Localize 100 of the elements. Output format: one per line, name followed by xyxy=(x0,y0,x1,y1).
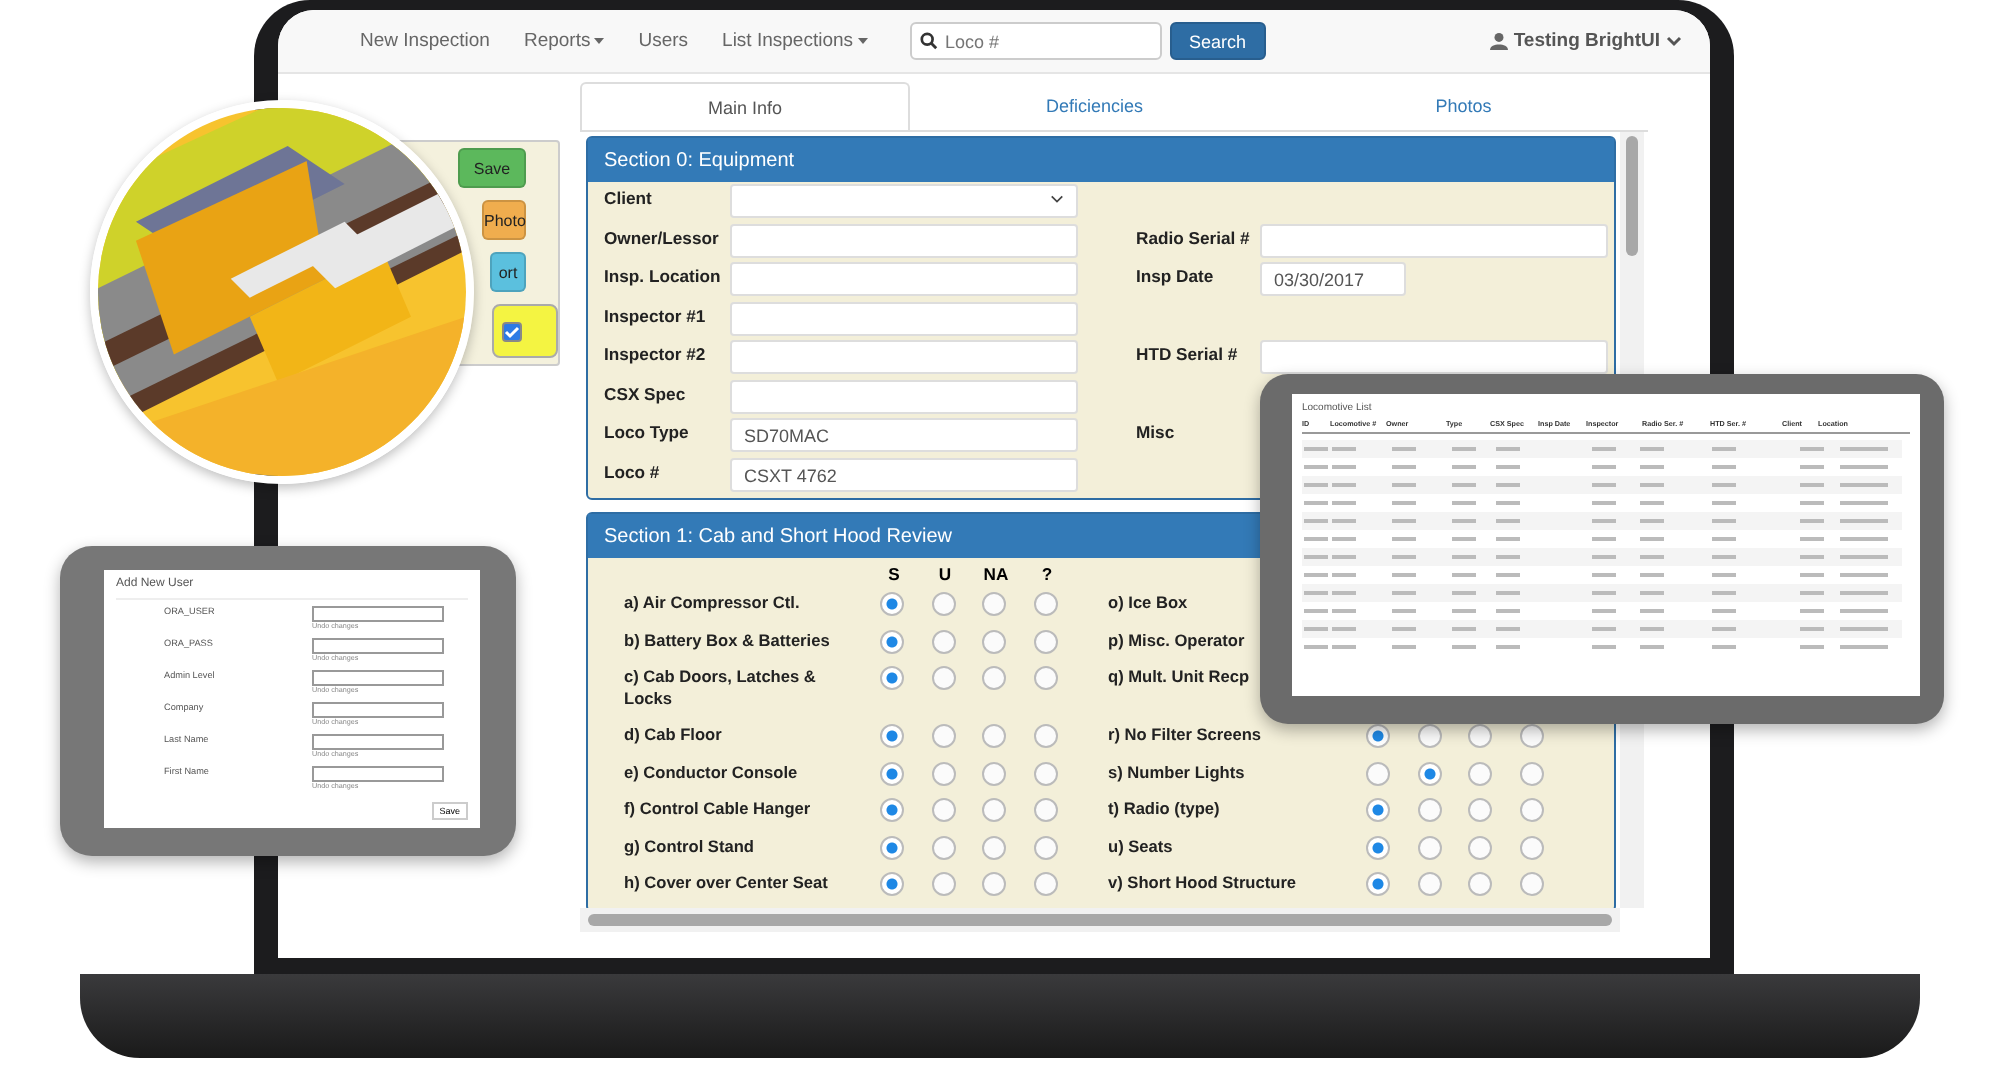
action-button[interactable]: ort xyxy=(490,252,526,292)
item-label: g) Control Stand xyxy=(624,833,756,860)
action-button[interactable]: Save xyxy=(458,148,526,188)
radio-button[interactable] xyxy=(982,592,1006,616)
radio-button[interactable] xyxy=(982,724,1006,748)
field-label: Client xyxy=(604,186,654,208)
radio-button[interactable] xyxy=(1033,666,1057,690)
radio-button[interactable] xyxy=(982,798,1006,822)
input-field[interactable] xyxy=(312,702,444,718)
radio-button[interactable] xyxy=(1366,798,1390,822)
field-label: Loco # xyxy=(604,459,662,481)
field-label: Insp Date xyxy=(1136,264,1216,286)
radio-button[interactable] xyxy=(1468,761,1492,785)
radio-button[interactable] xyxy=(880,761,904,785)
nav-link[interactable]: List Inspections xyxy=(722,30,868,52)
item-label: s) Number Lights xyxy=(1108,759,1247,786)
radio-button[interactable] xyxy=(1033,592,1057,616)
radio-button[interactable] xyxy=(1417,761,1441,785)
chevron-down-icon xyxy=(1050,192,1064,206)
input-field[interactable]: CSXT 4762 xyxy=(730,457,1078,491)
radio-button[interactable] xyxy=(1033,629,1057,653)
tab[interactable]: Main Info xyxy=(580,82,910,130)
user-menu[interactable]: Testing BrightUI xyxy=(1513,30,1660,52)
client-select[interactable] xyxy=(730,184,1078,218)
radio-button[interactable] xyxy=(1519,872,1543,896)
item-label: e) Conductor Console xyxy=(624,759,800,786)
radio-button[interactable] xyxy=(931,724,955,748)
radio-button[interactable] xyxy=(1033,761,1057,785)
radio-button[interactable] xyxy=(1468,872,1492,896)
radio-button[interactable] xyxy=(982,629,1006,653)
field-label: Radio Serial # xyxy=(1136,225,1252,247)
radio-button[interactable] xyxy=(931,835,955,859)
radio-button[interactable] xyxy=(1366,872,1390,896)
field-label: Insp. Location xyxy=(604,264,723,286)
section-header: Section 0: Equipment xyxy=(588,138,1614,182)
nav-link[interactable]: New Inspection xyxy=(360,30,490,52)
search-button[interactable]: Search xyxy=(1169,22,1267,60)
field-label: HTD Serial # xyxy=(1136,342,1240,364)
nav-link[interactable]: Users xyxy=(638,30,689,52)
radio-button[interactable] xyxy=(880,872,904,896)
field-label: CSX Spec xyxy=(604,381,688,403)
radio-button[interactable] xyxy=(982,666,1006,690)
radio-button[interactable] xyxy=(880,592,904,616)
radio-button[interactable] xyxy=(931,666,955,690)
radio-button[interactable] xyxy=(880,798,904,822)
input-field[interactable] xyxy=(312,606,444,622)
search-icon xyxy=(919,32,938,50)
nav-link[interactable]: Reports xyxy=(523,30,605,52)
radio-button[interactable] xyxy=(880,629,904,653)
radio-button[interactable] xyxy=(1417,872,1441,896)
field-label: Owner/Lessor xyxy=(604,225,721,247)
radio-button[interactable] xyxy=(1468,724,1492,748)
radio-button[interactable] xyxy=(931,761,955,785)
date-field[interactable]: 03/30/2017 xyxy=(1260,262,1406,296)
radio-button[interactable] xyxy=(1468,798,1492,822)
radio-button[interactable] xyxy=(1417,798,1441,822)
chevron-down-icon xyxy=(1666,35,1682,47)
radio-button[interactable] xyxy=(1366,761,1390,785)
radio-button[interactable] xyxy=(1417,724,1441,748)
radio-button[interactable] xyxy=(1519,761,1543,785)
user-icon xyxy=(1489,32,1508,50)
radio-button[interactable] xyxy=(880,835,904,859)
field-label: Inspector #1 xyxy=(604,303,708,325)
radio-button[interactable] xyxy=(1366,835,1390,859)
item-label: h) Cover over Center Seat xyxy=(624,870,830,896)
radio-button[interactable] xyxy=(1519,835,1543,859)
item-label: a) Air Compressor Ctl. xyxy=(624,590,802,616)
horizontal-scrollbar[interactable] xyxy=(580,908,1620,932)
action-button[interactable]: Photo xyxy=(482,200,526,240)
field-label: Loco Type xyxy=(604,420,691,442)
radio-button[interactable] xyxy=(1417,835,1441,859)
radio-button[interactable] xyxy=(1519,724,1543,748)
item-label: q) Mult. Unit Recp xyxy=(1108,664,1252,690)
radio-button[interactable] xyxy=(931,872,955,896)
radio-button[interactable] xyxy=(1033,798,1057,822)
radio-button[interactable] xyxy=(931,592,955,616)
search-field[interactable]: Loco # xyxy=(909,22,1162,60)
column-header: S xyxy=(886,564,902,584)
radio-button[interactable] xyxy=(1519,798,1543,822)
item-label: b) Battery Box & Batteries xyxy=(624,627,832,654)
radio-button[interactable] xyxy=(931,629,955,653)
input-field[interactable] xyxy=(312,670,444,686)
input-field[interactable]: SD70MAC xyxy=(730,418,1078,452)
input-field[interactable] xyxy=(312,638,444,654)
radio-button[interactable] xyxy=(982,872,1006,896)
radio-button[interactable] xyxy=(880,666,904,690)
radio-button[interactable] xyxy=(931,798,955,822)
input-field[interactable] xyxy=(312,734,444,750)
radio-button[interactable] xyxy=(1468,835,1492,859)
radio-button[interactable] xyxy=(1366,724,1390,748)
radio-button[interactable] xyxy=(1033,835,1057,859)
item-label: c) Cab Doors, Latches & Locks xyxy=(624,664,818,711)
input-field[interactable] xyxy=(312,766,444,782)
item-label: u) Seats xyxy=(1108,833,1175,860)
radio-button[interactable] xyxy=(1033,724,1057,748)
radio-button[interactable] xyxy=(1033,872,1057,896)
radio-button[interactable] xyxy=(982,835,1006,859)
checkbox[interactable] xyxy=(502,321,522,341)
radio-button[interactable] xyxy=(880,724,904,748)
radio-button[interactable] xyxy=(982,761,1006,785)
